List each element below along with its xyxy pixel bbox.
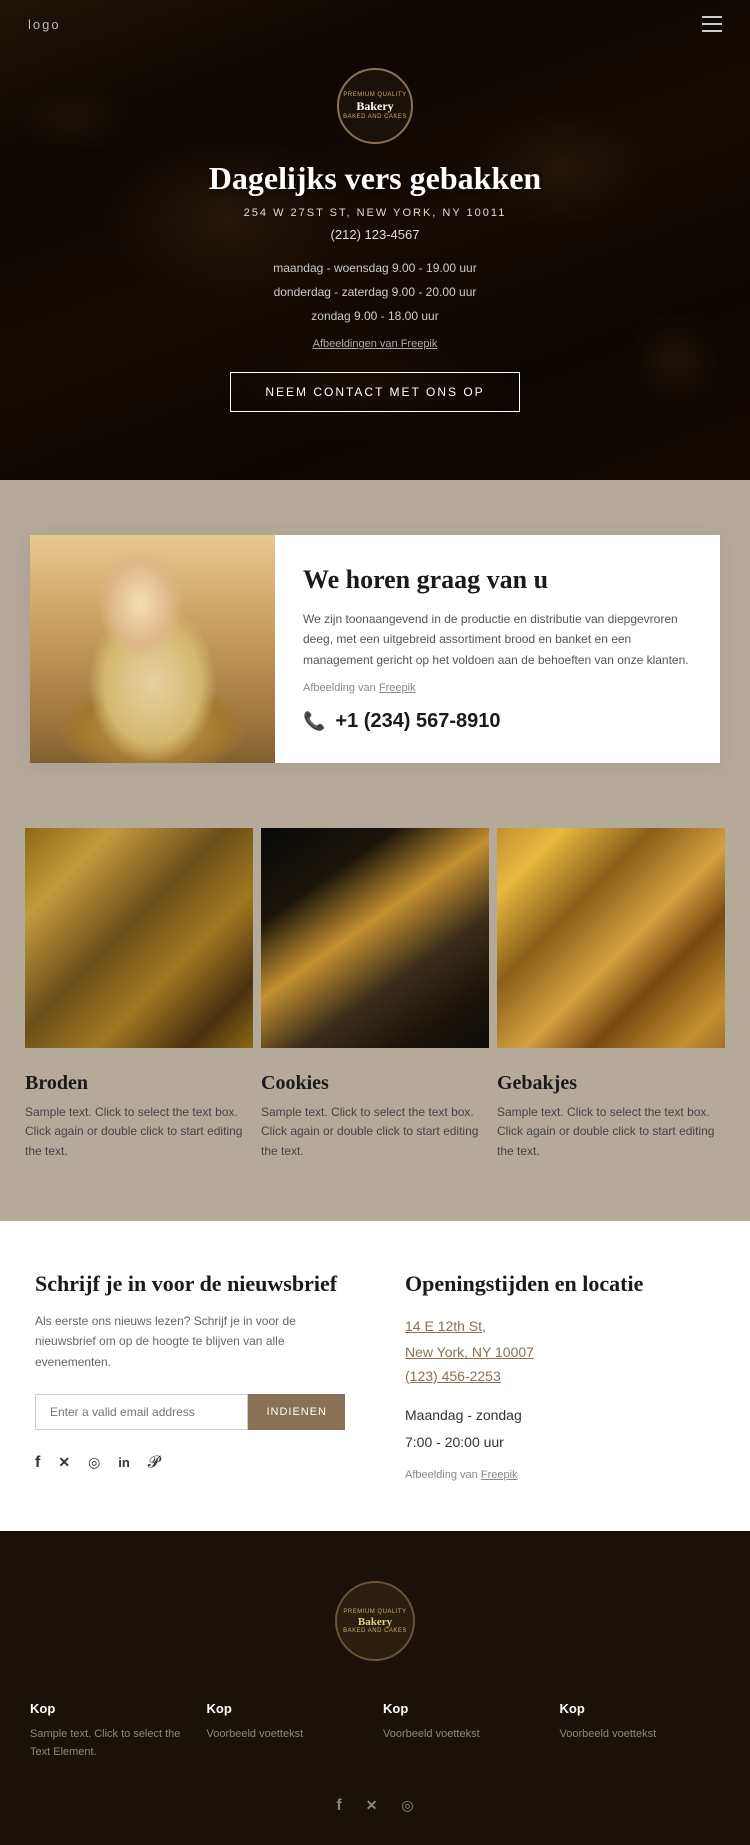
products-images-row bbox=[25, 828, 725, 1048]
hours-time: 7:00 - 20:00 uur bbox=[405, 1429, 715, 1456]
hours-line-1: maandag - woensdag 9.00 - 19.00 uur bbox=[273, 256, 476, 280]
linkedin-icon[interactable]: in bbox=[118, 1455, 130, 1470]
hours-column: Openingstijden en locatie 14 E 12th St, … bbox=[405, 1271, 715, 1481]
badge-bottom-text: BAKED AND CAKES bbox=[343, 114, 407, 120]
address-line-1: 14 E 12th St, bbox=[405, 1313, 715, 1340]
hero-hours: maandag - woensdag 9.00 - 19.00 uur dond… bbox=[273, 256, 476, 328]
hero-freepik: Afbeeldingen van Freepik bbox=[313, 338, 438, 350]
hours-title: Openingstijden en locatie bbox=[405, 1271, 715, 1297]
footer-social-row: f ✕ ◎ bbox=[30, 1797, 720, 1815]
contact-image bbox=[30, 535, 275, 763]
hero-content: PREMIUM QUALITY Bakery BAKED AND CAKES D… bbox=[0, 0, 750, 480]
hours-line-2: donderdag - zaterdag 9.00 - 20.00 uur bbox=[273, 280, 476, 304]
hero-title: Dagelijks vers gebakken bbox=[209, 160, 541, 197]
footer-col-1-text: Sample text. Click to select the Text El… bbox=[30, 1726, 191, 1761]
footer-badge: PREMIUM QUALITY Bakery BAKED AND CAKES bbox=[335, 1581, 415, 1661]
product-image-bread bbox=[25, 828, 253, 1048]
footer-columns: Kop Sample text. Click to select the Tex… bbox=[30, 1701, 720, 1761]
footer: PREMIUM QUALITY Bakery BAKED AND CAKES K… bbox=[0, 1531, 750, 1845]
contact-cta-button[interactable]: NEEM CONTACT MET ONS OP bbox=[230, 372, 519, 412]
hours-days: Maandag - zondag bbox=[405, 1402, 715, 1429]
newsletter-description: Als eerste ons nieuws lezen? Schrijf je … bbox=[35, 1311, 345, 1372]
contact-freepik: Afbeelding van Freepik bbox=[303, 682, 692, 694]
hours-line-3: zondag 9.00 - 18.00 uur bbox=[273, 304, 476, 328]
product-image-pastry bbox=[497, 828, 725, 1048]
hours-freepik: Afbeelding van Freepik bbox=[405, 1469, 715, 1481]
footer-col-2: Kop Voorbeeld voettekst bbox=[207, 1701, 368, 1761]
facebook-icon[interactable]: f bbox=[35, 1454, 40, 1472]
badge-name: Bakery bbox=[356, 99, 393, 114]
product-desc-cookies: Sample text. Click to select the text bo… bbox=[261, 1103, 489, 1161]
newsletter-email-input[interactable] bbox=[35, 1394, 248, 1430]
footer-badge-name: Bakery bbox=[358, 1616, 392, 1628]
product-name-bread: Broden bbox=[25, 1072, 253, 1095]
hero-section: PREMIUM QUALITY Bakery BAKED AND CAKES D… bbox=[0, 0, 750, 480]
newsletter-column: Schrijf je in voor de nieuwsbrief Als ee… bbox=[35, 1271, 345, 1481]
footer-badge-bottom: BAKED AND CAKES bbox=[343, 1628, 407, 1634]
contact-phone-row: 📞 +1 (234) 567-8910 bbox=[303, 710, 692, 733]
footer-col-2-title: Kop bbox=[207, 1701, 368, 1716]
footer-col-3-title: Kop bbox=[383, 1701, 544, 1716]
product-name-cookies: Cookies bbox=[261, 1072, 489, 1095]
products-section: Broden Sample text. Click to select the … bbox=[0, 818, 750, 1221]
newsletter-title: Schrijf je in voor de nieuwsbrief bbox=[35, 1271, 345, 1297]
footer-col-3-text: Voorbeeld voettekst bbox=[383, 1726, 544, 1744]
hours-address[interactable]: 14 E 12th St, New York, NY 10007 bbox=[405, 1313, 715, 1366]
navigation: logo PREMIUM QUALITY Bakery BAKED AND CA… bbox=[0, 0, 750, 480]
instagram-icon[interactable]: ◎ bbox=[88, 1454, 100, 1471]
hours-phone[interactable]: (123) 456-2253 bbox=[405, 1368, 715, 1384]
address-line-2: New York, NY 10007 bbox=[405, 1339, 715, 1366]
hamburger-menu[interactable] bbox=[702, 16, 722, 32]
contact-description: We zijn toonaangevend in de productie en… bbox=[303, 609, 692, 670]
footer-twitter-icon[interactable]: ✕ bbox=[366, 1797, 378, 1815]
footer-instagram-icon[interactable]: ◎ bbox=[401, 1797, 413, 1815]
product-card-cookies: Cookies Sample text. Click to select the… bbox=[261, 1072, 489, 1161]
hero-address: 254 W 27ST ST, NEW YORK, NY 10011 bbox=[244, 207, 507, 219]
footer-col-4: Kop Voorbeeld voettekst bbox=[560, 1701, 721, 1761]
pinterest-icon[interactable]: 𝓟 bbox=[148, 1454, 160, 1472]
footer-col-4-text: Voorbeeld voettekst bbox=[560, 1726, 721, 1744]
hours-freepik-link[interactable]: Freepik bbox=[481, 1469, 518, 1481]
footer-col-3: Kop Voorbeeld voettekst bbox=[383, 1701, 544, 1761]
phone-icon: 📞 bbox=[303, 711, 325, 732]
newsletter-hours-section: Schrijf je in voor de nieuwsbrief Als ee… bbox=[0, 1221, 750, 1531]
social-icons-row: f ✕ ◎ in 𝓟 bbox=[35, 1454, 345, 1472]
contact-card: We horen graag van u We zijn toonaangeve… bbox=[30, 535, 720, 763]
hero-badge: PREMIUM QUALITY Bakery BAKED AND CAKES bbox=[337, 68, 413, 144]
product-desc-gebakjes: Sample text. Click to select the text bo… bbox=[497, 1103, 725, 1161]
product-card-bread: Broden Sample text. Click to select the … bbox=[25, 1072, 253, 1161]
twitter-icon[interactable]: ✕ bbox=[58, 1454, 70, 1471]
footer-col-4-title: Kop bbox=[560, 1701, 721, 1716]
contact-phone: +1 (234) 567-8910 bbox=[335, 710, 500, 733]
freepik-link[interactable]: Freepik bbox=[379, 682, 416, 694]
footer-col-2-text: Voorbeeld voettekst bbox=[207, 1726, 368, 1744]
product-desc-bread: Sample text. Click to select the text bo… bbox=[25, 1103, 253, 1161]
footer-col-1: Kop Sample text. Click to select the Tex… bbox=[30, 1701, 191, 1761]
footer-badge-top: PREMIUM QUALITY bbox=[343, 1608, 406, 1616]
products-info-row: Broden Sample text. Click to select the … bbox=[25, 1072, 725, 1161]
product-image-cookies bbox=[261, 828, 489, 1048]
product-card-gebakjes: Gebakjes Sample text. Click to select th… bbox=[497, 1072, 725, 1161]
newsletter-submit-button[interactable]: INDIENEN bbox=[248, 1394, 345, 1430]
contact-text-area: We horen graag van u We zijn toonaangeve… bbox=[275, 535, 720, 763]
product-name-gebakjes: Gebakjes bbox=[497, 1072, 725, 1095]
badge-top-text: PREMIUM QUALITY bbox=[343, 92, 406, 100]
contact-heading: We horen graag van u bbox=[303, 565, 692, 595]
newsletter-form: INDIENEN bbox=[35, 1394, 345, 1430]
footer-facebook-icon[interactable]: f bbox=[336, 1797, 341, 1815]
footer-badge-container: PREMIUM QUALITY Bakery BAKED AND CAKES bbox=[30, 1581, 720, 1661]
hero-phone: (212) 123-4567 bbox=[331, 227, 420, 242]
logo: logo bbox=[28, 17, 61, 32]
contact-section: We horen graag van u We zijn toonaangeve… bbox=[0, 480, 750, 818]
footer-col-1-title: Kop bbox=[30, 1701, 191, 1716]
hours-schedule: Maandag - zondag 7:00 - 20:00 uur bbox=[405, 1402, 715, 1455]
